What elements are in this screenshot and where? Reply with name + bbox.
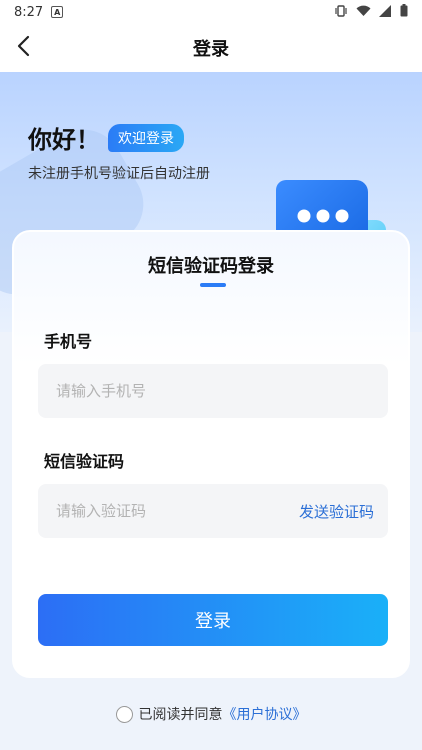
login-button[interactable]: 登录: [38, 594, 388, 646]
code-field[interactable]: 发送验证码: [38, 484, 388, 538]
battery-icon: [400, 4, 408, 20]
agreement-text: 已阅读并同意: [138, 707, 223, 723]
phone-field[interactable]: [38, 364, 388, 418]
agreement-checkbox[interactable]: [115, 705, 133, 723]
hero-subtitle: 未注册手机号验证后自动注册: [28, 166, 210, 182]
page-title: 登录: [193, 39, 229, 60]
vibrate-icon: [334, 4, 348, 20]
nav-bar: 登录: [0, 24, 422, 72]
greeting-hello: 你好！: [28, 126, 100, 154]
card-title: 短信验证码登录: [148, 256, 274, 277]
greeting: 你好！ 欢迎登录: [28, 120, 184, 155]
login-card: 短信验证码登录 手机号 短信验证码 发送验证码 登录: [12, 230, 410, 678]
title-underline: [200, 283, 226, 287]
signal-icon: [379, 4, 392, 20]
agreement-row: 已阅读并同意 《用户协议》: [0, 704, 422, 724]
phone-input[interactable]: [56, 382, 256, 400]
code-input[interactable]: [56, 502, 256, 520]
status-bar: 8:27 A: [0, 0, 422, 24]
back-button[interactable]: [10, 34, 38, 62]
code-label: 短信验证码: [44, 452, 125, 471]
status-time: 8:27: [14, 4, 44, 20]
chevron-left-icon: [16, 35, 32, 61]
wifi-icon: [356, 5, 371, 20]
welcome-badge: 欢迎登录: [108, 123, 184, 152]
notification-a-icon: A: [51, 6, 64, 18]
phone-label: 手机号: [44, 332, 93, 351]
user-agreement-link[interactable]: 《用户协议》: [223, 704, 307, 724]
send-code-button[interactable]: 发送验证码: [299, 501, 374, 522]
